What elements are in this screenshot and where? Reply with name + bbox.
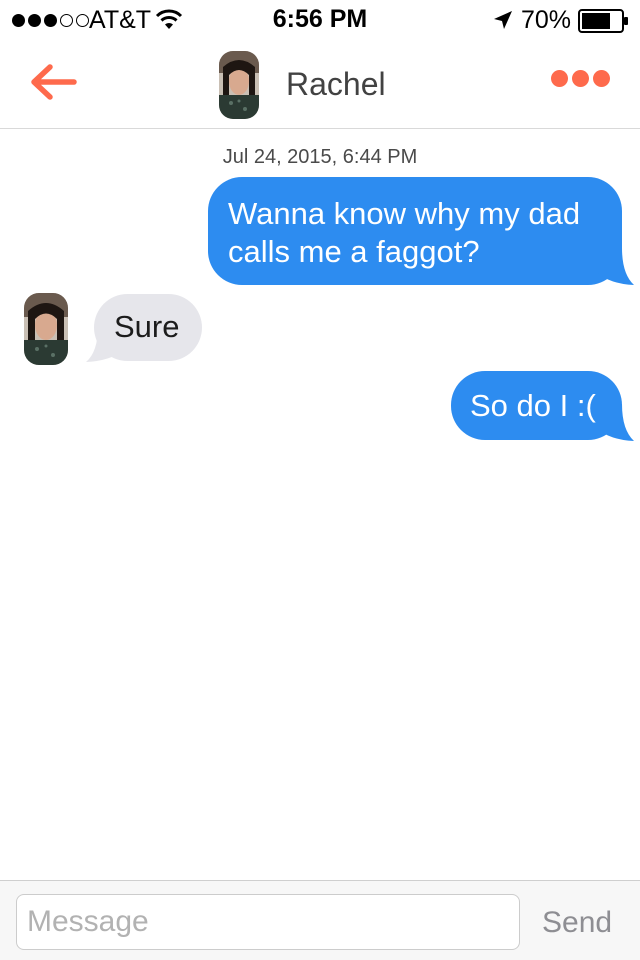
message-input[interactable] — [16, 894, 520, 950]
message-text: So do I :( — [470, 388, 596, 423]
message-bubble-outgoing[interactable]: Wanna know why my dad calls me a faggot? — [208, 177, 622, 285]
status-bar: AT&T 6:56 PM 70% — [0, 0, 640, 40]
message-composer: Send — [0, 880, 640, 960]
more-dots-icon — [551, 70, 568, 87]
conversation-timestamp: Jul 24, 2015, 6:44 PM — [222, 146, 418, 168]
message-bubble-incoming[interactable]: Sure — [94, 294, 202, 361]
back-arrow-icon — [31, 64, 77, 100]
battery-percent: 70% — [521, 6, 572, 34]
chat-header: Rachel — [0, 40, 640, 129]
bubble-tail — [596, 404, 634, 441]
avatar[interactable] — [24, 293, 68, 365]
message-text: Sure — [114, 309, 180, 344]
contact-name[interactable]: Rachel — [286, 66, 386, 103]
message-text-line: Wanna know why my dad — [228, 196, 581, 231]
send-button[interactable]: Send — [542, 906, 612, 940]
chat-screen: AT&T 6:56 PM 70% Rachel Jul 24, 2015, 6:… — [0, 0, 640, 960]
battery-icon — [578, 9, 628, 33]
avatar[interactable] — [219, 51, 259, 119]
message-text-line: calls me a faggot? — [228, 234, 480, 269]
more-options-button[interactable] — [551, 70, 611, 92]
location-arrow-icon — [494, 11, 512, 29]
bubble-tail — [596, 248, 634, 285]
back-button[interactable] — [28, 62, 78, 102]
